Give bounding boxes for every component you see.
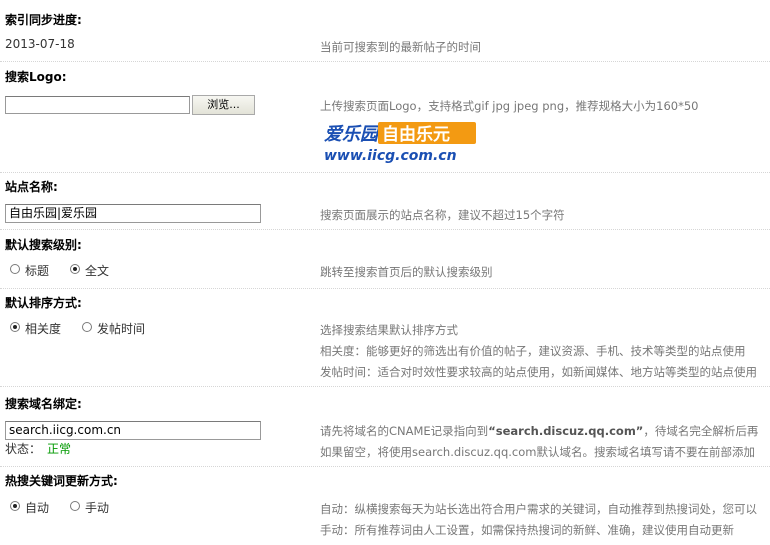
domain-input[interactable]: search.iicg.com.cn — [5, 421, 261, 440]
logo-file-input[interactable] — [5, 96, 190, 114]
search-logo-label: 搜索Logo: — [5, 70, 67, 84]
domain-status-label: 状态： — [5, 442, 42, 456]
divider — [0, 466, 770, 467]
sort-hint-2: 相关度：能够更好的筛选出有价值的帖子，建议资源、手机、技术等类型的站点使用 — [320, 344, 746, 358]
option-label-title: 标题 — [25, 264, 50, 278]
option-label-manual: 手动 — [85, 501, 110, 515]
logo-url-text: www.iicg.com.cn — [324, 148, 457, 164]
logo-text-left: 爱乐园 — [324, 124, 381, 145]
radio-hot-auto[interactable] — [10, 501, 20, 511]
option-label-post-time: 发帖时间 — [97, 322, 146, 336]
logo-text-right: 自由乐元 — [382, 124, 450, 145]
default-level-hint: 跳转至搜索首页后的默认搜索级别 — [320, 265, 493, 279]
divider — [0, 229, 770, 230]
divider — [0, 61, 770, 62]
radio-sort-post-time[interactable] — [82, 322, 92, 332]
domain-hint-2: 如果留空，将使用search.discuz.qq.com默认域名。搜索域名填写请… — [320, 445, 755, 459]
site-name-label: 站点名称: — [5, 180, 58, 194]
radio-level-title[interactable] — [10, 264, 20, 274]
site-logo-image: 爱乐园 自由乐元 www.iicg.com.cn — [322, 120, 482, 168]
default-level-label: 默认搜索级别: — [5, 238, 82, 252]
index-sync-hint: 当前可搜索到的最新帖子的时间 — [320, 40, 481, 54]
index-sync-label: 索引同步进度: — [5, 13, 82, 27]
divider — [0, 172, 770, 173]
option-label-auto: 自动 — [25, 501, 50, 515]
hot-hint-1: 自动：纵横搜索每天为站长选出符合用户需求的关键词，自动推荐到热搜词处，您可以 — [320, 502, 757, 516]
domain-bind-label: 搜索域名绑定: — [5, 397, 82, 411]
radio-level-fulltext[interactable] — [70, 264, 80, 274]
divider — [0, 288, 770, 289]
sort-hint-3: 发帖时间：适合对时效性要求较高的站点使用，如新闻媒体、地方站等类型的站点使用 — [320, 365, 757, 379]
site-name-hint: 搜索页面展示的站点名称，建议不超过15个字符 — [320, 208, 565, 222]
radio-hot-manual[interactable] — [70, 501, 80, 511]
domain-hint-1: 请先将域名的CNAME记录指向到“search.discuz.qq.com”，待… — [320, 424, 759, 438]
site-name-input[interactable]: 自由乐园|爱乐园 — [5, 204, 261, 223]
hot-hint-2: 手动：所有推荐词由人工设置，如需保持热搜词的新鲜、准确，建议使用自动更新 — [320, 523, 734, 537]
sort-hint-1: 选择搜索结果默认排序方式 — [320, 323, 458, 337]
browse-button[interactable]: 浏览... — [192, 95, 255, 115]
option-label-relevance: 相关度 — [25, 322, 62, 336]
domain-status-value: 正常 — [47, 442, 72, 456]
search-logo-hint: 上传搜索页面Logo，支持格式gif jpg jpeg png，推荐规格大小为1… — [320, 99, 699, 113]
option-label-fulltext: 全文 — [85, 264, 110, 278]
sort-order-label: 默认排序方式: — [5, 296, 82, 310]
hot-keywords-label: 热搜关键词更新方式: — [5, 474, 118, 488]
divider — [0, 386, 770, 387]
radio-sort-relevance[interactable] — [10, 322, 20, 332]
index-sync-value: 2013-07-18 — [5, 37, 75, 51]
